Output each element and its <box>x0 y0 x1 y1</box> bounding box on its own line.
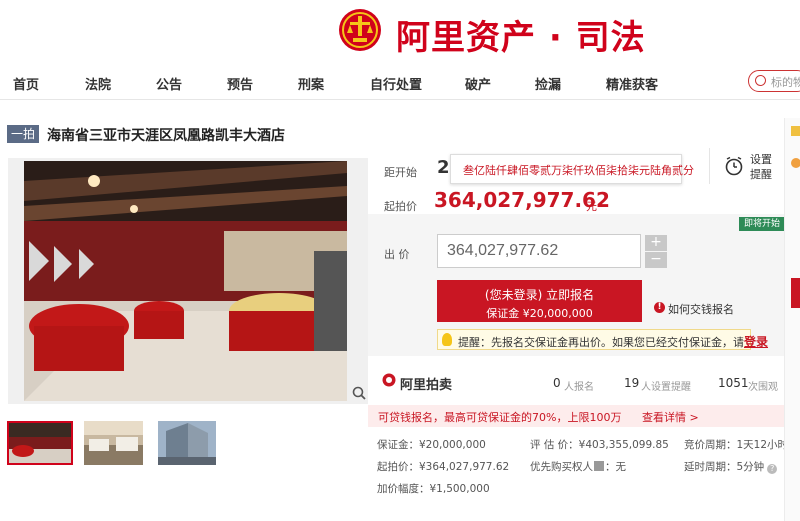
info-icon: ! <box>654 302 665 313</box>
loan-details-link[interactable]: 查看详情 > <box>642 409 699 425</box>
alarm-clock-icon[interactable] <box>724 156 744 176</box>
nav-item-bargain[interactable]: 捡漏 <box>535 74 561 93</box>
search-placeholder: 标的物 <box>771 76 800 89</box>
countdown-label: 距开始 <box>384 166 417 179</box>
sidebar-fragment <box>791 278 800 308</box>
round-badge: 一拍 <box>7 125 39 143</box>
deposit-detail: 保证金：¥20,000,000 <box>377 439 486 451</box>
lightbulb-icon <box>442 333 452 346</box>
ali-auction-logo-icon <box>382 373 396 387</box>
bid-cycle-detail: 竞价周期：1天12小时 <box>684 439 789 451</box>
court-emblem-icon <box>339 9 381 51</box>
divider <box>709 148 710 184</box>
start-price-label: 起拍价 <box>384 200 417 213</box>
reminder-tip: 提醒：先报名交保证金再出价。如果您已经交付保证金，请登录 <box>437 329 768 350</box>
priority-badge-icon <box>594 461 604 471</box>
loan-banner: 可贷钱报名，最高可贷保证金的70%，上限100万 查看详情 > <box>368 405 784 427</box>
reminders-label: 人设置提醒 <box>641 382 691 393</box>
priority-buyer-detail: 优先购买权人 ：无 <box>530 459 626 474</box>
thumbnail-3[interactable] <box>158 421 216 465</box>
bid-label: 出 价 <box>384 248 410 261</box>
nav-item-court[interactable]: 法院 <box>85 74 111 93</box>
decrease-bid-button[interactable]: − <box>645 252 667 268</box>
tip-prefix: 提醒：先报名交保证金再出价。如果您已经交付保证金，请 <box>458 336 744 349</box>
nav-item-bankruptcy[interactable]: 破产 <box>465 74 491 93</box>
search-input[interactable]: 标的物 <box>748 70 800 92</box>
start-price-value: 364,027,977.62 <box>434 188 610 212</box>
set-reminder-button[interactable]: 设置提醒 <box>750 152 780 182</box>
nav-item-criminal[interactable]: 刑案 <box>298 74 324 93</box>
loan-text: 可贷钱报名，最高可贷保证金的70%，上限100万 <box>378 411 622 424</box>
nav-item-notice[interactable]: 公告 <box>156 74 182 93</box>
delay-cycle-detail: 延时周期：5分钟? <box>684 459 778 474</box>
amount-in-words-tooltip: 叁亿陆仟肆佰零贰万柒仟玖佰柒拾柒元陆角贰分 <box>450 154 694 184</box>
nav-item-customer[interactable]: 精准获客 <box>606 74 658 93</box>
main-nav: 首页 法院 公告 预告 刑案 自行处置 破产 捡漏 精准获客 <box>0 64 800 100</box>
right-sidebar-edge <box>784 118 800 521</box>
sidebar-fragment <box>791 158 800 168</box>
search-icon <box>755 75 766 86</box>
thumbnail-2[interactable] <box>84 421 143 465</box>
nav-item-preview[interactable]: 预告 <box>227 74 253 93</box>
reminders-count: 19 <box>624 376 640 390</box>
countdown-value: 2 <box>437 157 450 178</box>
help-icon[interactable]: ? <box>767 464 778 474</box>
signup-button-label: (您未登录) 立即报名 <box>484 288 595 302</box>
page-title: 海南省三亚市天涯区凤凰路凯丰大酒店 <box>47 128 285 144</box>
signup-deposit-label: 保证金 ¥20,000,000 <box>486 307 593 320</box>
signups-label: 人报名 <box>564 382 594 393</box>
zoom-icon[interactable] <box>352 386 366 400</box>
top-header: 阿里资产 · 司法 <box>0 0 800 64</box>
signups-count: 0 <box>553 376 561 390</box>
nav-item-home[interactable]: 首页 <box>13 74 39 93</box>
tip-text: 提醒：先报名交保证金再出价。如果您已经交付保证金，请登录 <box>458 333 768 350</box>
nav-item-self-disposal[interactable]: 自行处置 <box>370 74 422 93</box>
start-price-unit: 元 <box>586 200 597 213</box>
status-badge: 即将开始 <box>739 217 785 231</box>
delay-cycle-text: 延时周期：5分钟 <box>684 461 765 473</box>
platform-name: 阿里拍卖 <box>400 378 453 393</box>
increment-detail: 加价幅度：¥1,500,000 <box>377 483 490 495</box>
bid-amount-input[interactable] <box>437 234 641 268</box>
increase-bid-button[interactable]: + <box>645 235 667 251</box>
amount-in-words: 叁亿陆仟肆佰零贰万柒仟玖佰柒拾柒元陆角贰分 <box>463 164 694 177</box>
appraisal-detail: 评 估 价：¥403,355,099.85 <box>530 439 669 451</box>
sidebar-fragment <box>791 126 800 136</box>
brand-title: 阿里资产 · 司法 <box>396 18 646 58</box>
thumbnail-1[interactable] <box>7 421 73 465</box>
priority-buyer-value: ：无 <box>605 461 626 473</box>
signup-button[interactable]: (您未登录) 立即报名 保证金 ¥20,000,000 <box>437 280 642 322</box>
main-photo[interactable] <box>24 161 347 401</box>
how-to-pay-link[interactable]: 如何交钱报名 <box>668 301 734 317</box>
views-count: 1051 <box>718 376 749 390</box>
priority-buyer-label: 优先购买权人 <box>530 461 593 473</box>
login-link[interactable]: 登录 <box>744 335 768 349</box>
views-label: 次围观 <box>748 382 778 393</box>
start-price-detail: 起拍价：¥364,027,977.62 <box>377 461 510 473</box>
